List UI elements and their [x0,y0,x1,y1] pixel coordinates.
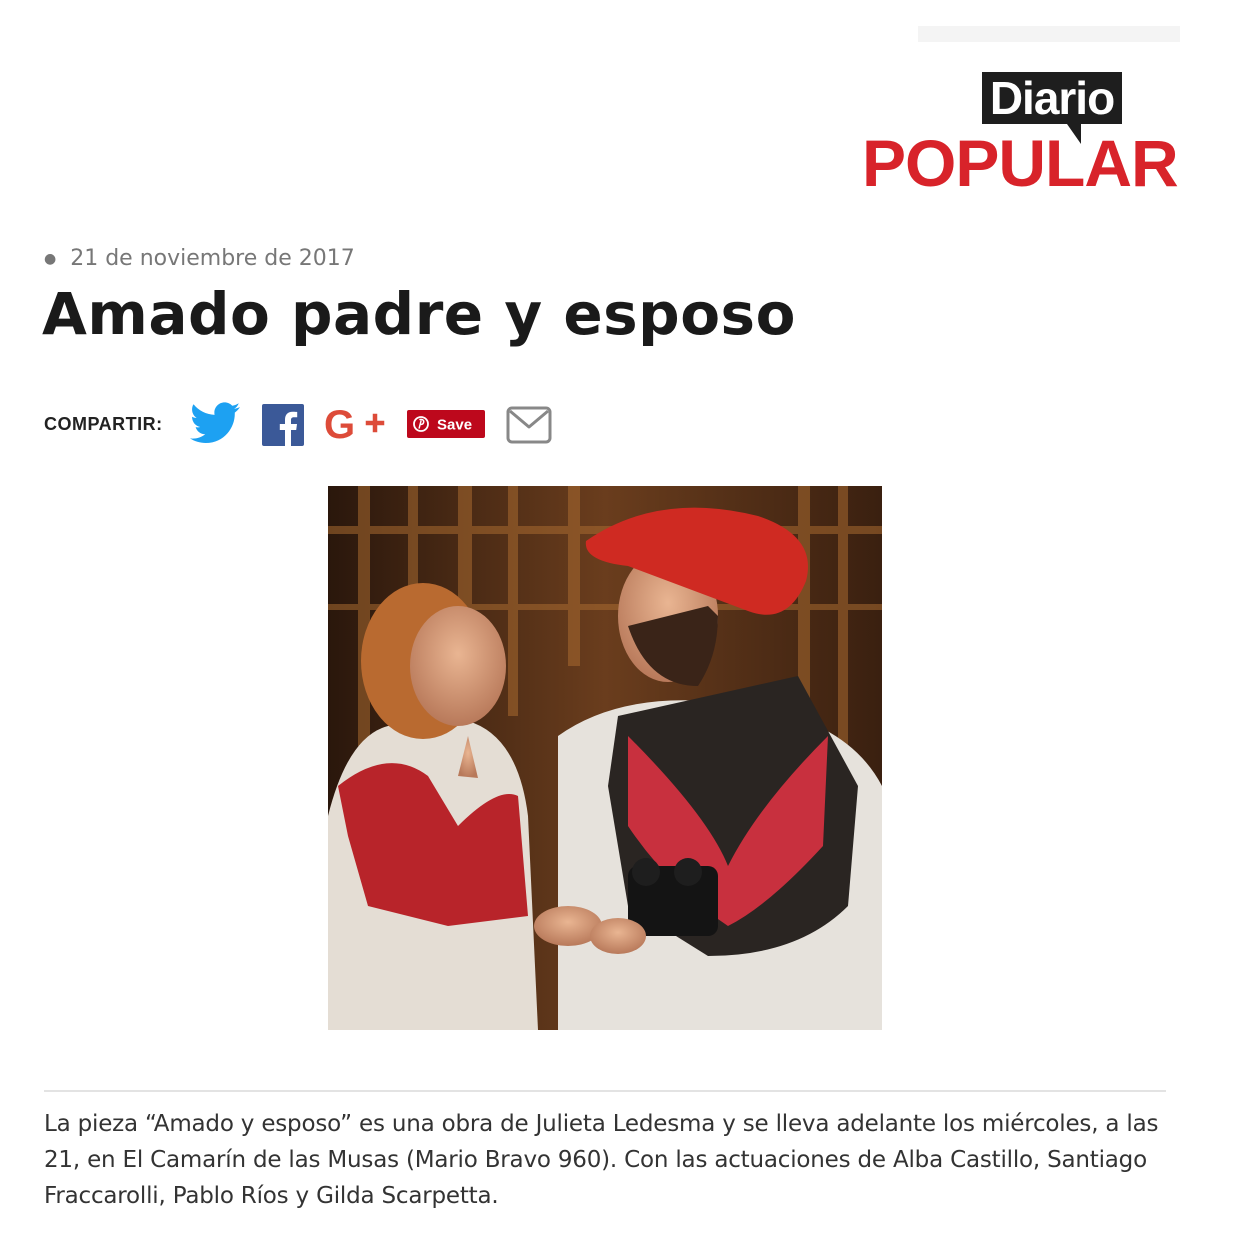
pinterest-icon: Save [407,410,485,438]
article-photo [328,486,882,1030]
site-logo[interactable]: Diario POPULAR [862,72,1182,198]
pinterest-save-label: Save [437,417,472,434]
google-plus-icon: G [324,403,385,447]
content-divider [44,1090,1166,1092]
envelope-icon [506,406,552,444]
facebook-f-icon [262,404,304,446]
article-date-text: 21 de noviembre de 2017 [70,246,355,271]
share-google-plus-button[interactable]: G [324,403,388,450]
twitter-bird-icon [190,402,240,443]
share-pinterest-save-button[interactable]: Save [407,410,485,442]
theater-scene-image [328,486,882,1030]
share-label: COMPARTIR: [44,414,163,434]
share-bar: COMPARTIR: G Save [44,400,584,450]
logo-diario-text: Diario [982,72,1122,124]
article-date: ● 21 de noviembre de 2017 [44,246,355,271]
article-title: Amado padre y esposo [42,280,796,348]
article-body: La pieza “Amado y esposo” es una obra de… [44,1111,1159,1209]
logo-popular-text: POPULAR [862,126,1179,200]
top-bar [918,26,1180,42]
svg-text:G: G [324,404,355,446]
bullet-icon: ● [44,251,57,267]
share-twitter-button[interactable] [190,402,240,448]
share-facebook-button[interactable] [262,404,304,450]
share-email-button[interactable] [506,406,552,448]
